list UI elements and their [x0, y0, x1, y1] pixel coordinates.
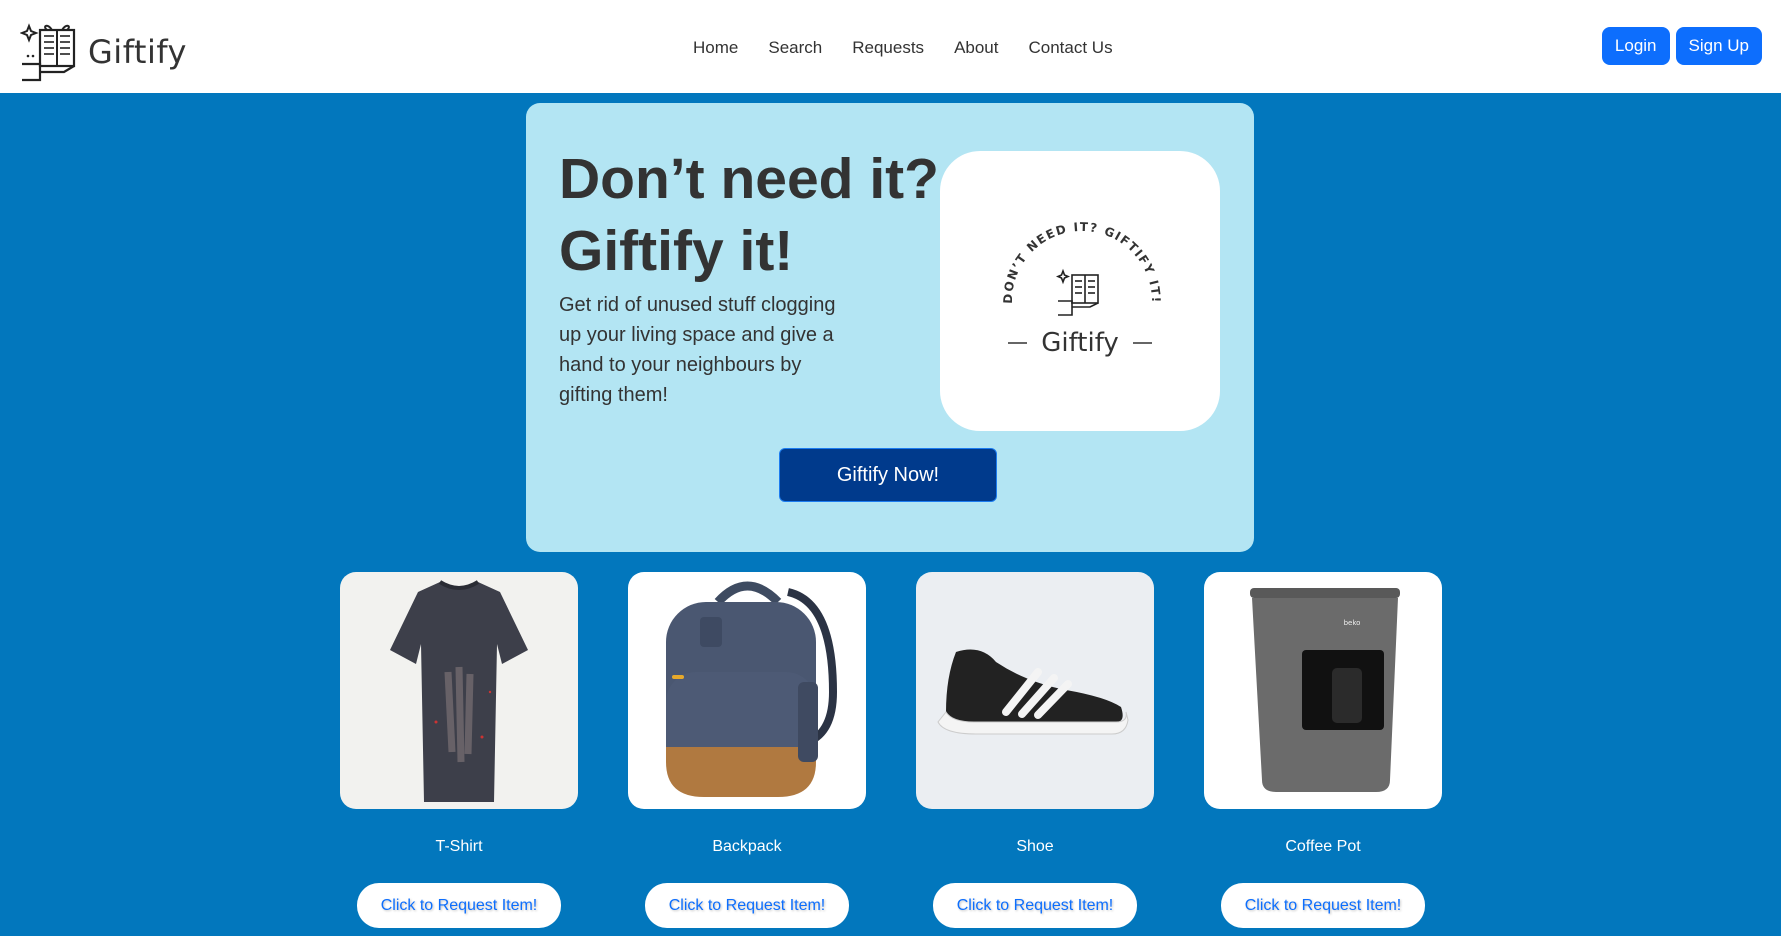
nav-home[interactable]: Home	[693, 38, 738, 58]
item-name: Coffee Pot	[1285, 838, 1361, 855]
badge-tagline: DON’T NEED IT? GIFTIFY IT!	[1001, 220, 1162, 304]
item-card: beko Coffee Pot Click to Request Item!	[1204, 572, 1442, 928]
svg-text:DON’T NEED IT? GIFTIFY IT!: DON’T NEED IT? GIFTIFY IT!	[1001, 220, 1163, 304]
tshirt-image	[390, 580, 528, 802]
login-button[interactable]: Login	[1601, 27, 1670, 65]
request-item-button[interactable]: Click to Request Item!	[357, 883, 561, 928]
item-card: Shoe Click to Request Item!	[916, 572, 1154, 928]
shoe-image	[937, 649, 1129, 735]
signup-button[interactable]: Sign Up	[1675, 27, 1762, 65]
item-card: Backpack Click to Request Item!	[628, 572, 866, 928]
brand-link[interactable]: Giftify	[20, 22, 187, 82]
item-name: T-Shirt	[435, 838, 483, 855]
item-name: Shoe	[1016, 838, 1054, 855]
coffee-pot-image: beko	[1250, 588, 1400, 792]
item-card: T-Shirt Click to Request Item!	[340, 572, 578, 928]
nav-search[interactable]: Search	[768, 38, 822, 58]
giftify-now-button[interactable]: Giftify Now!	[779, 448, 997, 502]
main-nav: Home Search Requests About Contact Us	[693, 38, 1143, 58]
request-item-button[interactable]: Click to Request Item!	[1221, 883, 1425, 928]
gift-logo-icon	[20, 23, 76, 82]
nav-requests[interactable]: Requests	[852, 38, 924, 58]
nav-about[interactable]: About	[954, 38, 998, 58]
brand-mark: beko	[1344, 619, 1361, 627]
item-image[interactable]	[628, 572, 866, 809]
auth-buttons: Login Sign Up	[1601, 27, 1762, 65]
request-item-button[interactable]: Click to Request Item!	[645, 883, 849, 928]
navbar: Giftify Home Search Requests About Conta…	[0, 0, 1781, 93]
brand-name: Giftify	[88, 33, 187, 71]
hero-badge-card: DON’T NEED IT? GIFTIFY IT! Giftify	[940, 151, 1220, 431]
item-image[interactable]: beko	[1204, 572, 1442, 809]
badge-brand: Giftify	[1041, 328, 1119, 358]
hero-subtitle: Get rid of unused stuff clogging up your…	[559, 294, 836, 406]
request-item-button[interactable]: Click to Request Item!	[933, 883, 1137, 928]
backpack-image	[666, 581, 838, 797]
hero-title: Don’t need it? Giftify it!	[559, 147, 939, 283]
item-name: Backpack	[712, 838, 782, 855]
item-grid: T-Shirt Click to Request Item! Backpack …	[340, 572, 1492, 928]
hero-panel: Don’t need it? Giftify it! Get rid of un…	[526, 103, 1254, 552]
nav-contact[interactable]: Contact Us	[1029, 38, 1113, 58]
item-image[interactable]	[340, 572, 578, 809]
giftify-badge-icon: DON’T NEED IT? GIFTIFY IT! Giftify	[1001, 220, 1163, 358]
item-image[interactable]	[916, 572, 1154, 809]
